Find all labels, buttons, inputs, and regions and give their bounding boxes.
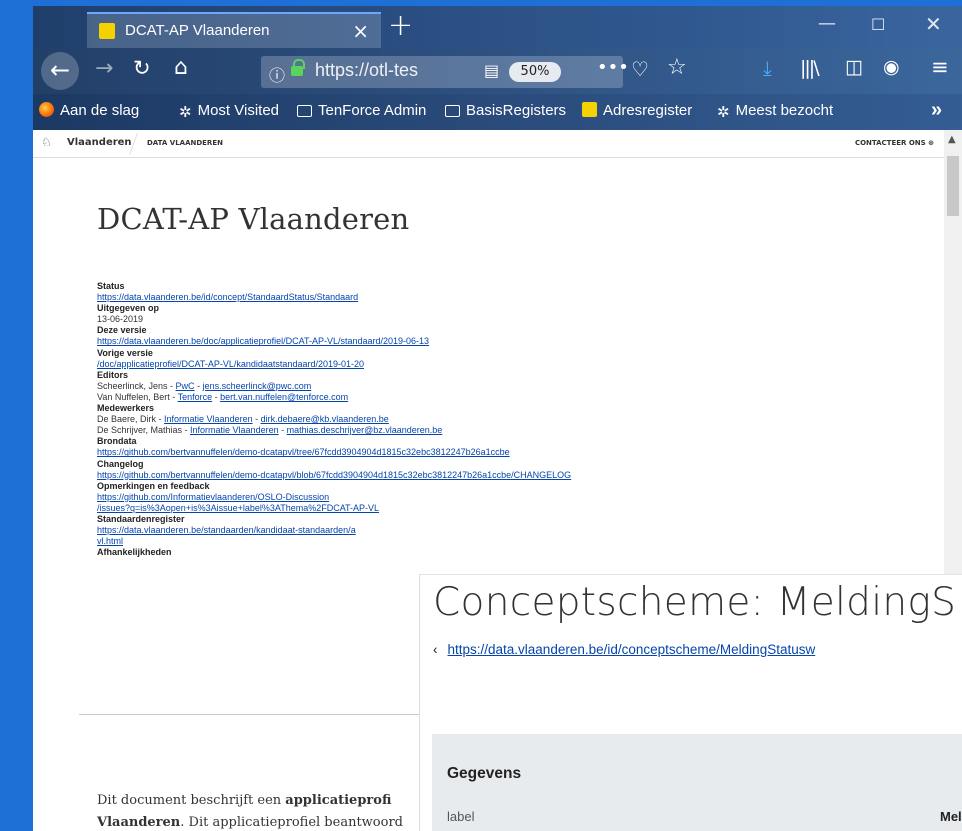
contact-button[interactable]: CONTACTEER ONS ⊛ (855, 139, 934, 147)
contributor-email-link[interactable]: dirk.debaere@kb.vlaanderen.be (261, 414, 389, 424)
page-title: DCAT-AP Vlaanderen (97, 202, 410, 236)
firefox-icon (39, 102, 54, 117)
account-icon[interactable]: ◉ (883, 56, 900, 78)
back-arrow-icon[interactable]: ← (41, 52, 79, 90)
document-metadata: Status https://data.vlaanderen.be/id/con… (97, 281, 571, 558)
bookmark-adresregister[interactable]: Adresregister (582, 102, 692, 119)
section-link[interactable]: DATA VLAANDEREN (147, 139, 223, 147)
bookmark-tenforce-admin[interactable]: TenForce Admin (297, 102, 426, 119)
register-link[interactable]: https://data.vlaanderen.be/standaarden/k… (97, 525, 356, 535)
bookmark-meest-bezocht[interactable]: ✲ Meest bezocht (717, 102, 833, 121)
page-actions-icon[interactable]: ••• (597, 57, 629, 78)
issued-label: Uitgegeven op (97, 303, 160, 314)
window-close-icon[interactable]: ✕ (925, 12, 942, 36)
library-icon[interactable]: |||\ (800, 57, 820, 79)
conceptscheme-uri: ‹ https://data.vlaanderen.be/id/conceptsc… (433, 642, 815, 657)
panel-heading: Gegevens (447, 765, 522, 782)
intro-paragraph: Dit document beschrijft een applicatiepr… (97, 793, 403, 830)
url-bar[interactable]: ⓘ https://otl-tes ▤ 50% ••• (261, 56, 629, 88)
pocket-icon[interactable]: ♡ (631, 57, 649, 81)
editor-email-link[interactable]: jens.scheerlinck@pwc.com (203, 381, 312, 391)
status-link[interactable]: https://data.vlaanderen.be/id/concept/St… (97, 292, 358, 302)
vlaanderen-lion-icon (582, 102, 597, 117)
gear-icon: ✲ (179, 104, 192, 121)
contributor-row: De Baere, Dirk - Informatie Vlaanderen -… (97, 414, 389, 425)
source-label: Brondata (97, 436, 137, 447)
vlaanderen-lion-icon[interactable]: ♘ (41, 135, 52, 149)
this-version-link[interactable]: https://data.vlaanderen.be/doc/applicati… (97, 336, 429, 346)
site-info-icon[interactable]: ⓘ (269, 62, 285, 86)
feedback-link[interactable]: https://github.com/Informatievlaanderen/… (97, 492, 329, 502)
details-panel: Gegevens label Mel (432, 734, 962, 831)
changelog-link[interactable]: https://github.com/bertvannuffelen/demo-… (97, 470, 571, 480)
contributor-org-link[interactable]: Informatie Vlaanderen (190, 425, 279, 435)
minimize-icon[interactable]: — (818, 13, 836, 34)
browser-tab[interactable]: DCAT-AP Vlaanderen × (87, 12, 381, 48)
url-text[interactable]: https://otl-tes (315, 60, 445, 81)
contributor-org-link[interactable]: Informatie Vlaanderen (164, 414, 253, 424)
editor-row: Scheerlinck, Jens - PwC - jens.scheerlin… (97, 380, 312, 391)
bookmark-aan-de-slag[interactable]: Aan de slag (39, 102, 139, 119)
scroll-up-icon[interactable]: ▲ (948, 134, 956, 145)
folder-icon (445, 105, 460, 117)
gear-icon: ✲ (717, 104, 730, 121)
bookmark-basisregisters[interactable]: BasisRegisters (445, 102, 566, 119)
editors-label: Editors (97, 369, 129, 380)
changelog-label: Changelog (97, 458, 144, 469)
chevron-left-icon[interactable]: ‹ (433, 642, 438, 657)
conceptscheme-link[interactable]: https://data.vlaanderen.be/id/conceptsch… (448, 642, 816, 657)
reload-icon[interactable]: ↻ (133, 56, 151, 80)
tab-bar: DCAT-AP Vlaanderen × + — ☐ ✕ (33, 6, 962, 48)
bookmarks-toolbar: Aan de slag ✲ Most Visited TenForce Admin… (33, 94, 962, 130)
property-value: Mel (940, 809, 962, 824)
register-link-continued[interactable]: vl.html (97, 536, 123, 546)
scrollbar-thumb[interactable] (947, 156, 959, 216)
status-label: Status (97, 281, 125, 291)
contributor-email-link[interactable]: mathias.deschrijver@bz.vlaanderen.be (287, 425, 443, 435)
vlaanderen-lion-icon (99, 23, 115, 39)
bookmark-most-visited[interactable]: ✲ Most Visited (179, 102, 279, 121)
menu-icon[interactable]: ≡ (931, 55, 949, 79)
property-label: label (447, 809, 475, 824)
downloads-icon[interactable]: ⤓ (763, 56, 772, 80)
register-label: Standaardenregister (97, 513, 185, 524)
source-link[interactable]: https://github.com/bertvannuffelen/demo-… (97, 447, 510, 457)
new-tab-icon[interactable]: + (388, 8, 413, 43)
forward-arrow-icon[interactable]: → (95, 56, 113, 81)
lock-icon (291, 59, 305, 76)
brand-link[interactable]: Vlaanderen (67, 137, 132, 148)
conceptscheme-title: Conceptscheme: MeldingS (433, 580, 957, 625)
previous-version-link[interactable]: /doc/applicatieprofiel/DCAT-AP-VL/kandid… (97, 359, 364, 369)
close-tab-icon[interactable]: × (352, 19, 369, 43)
bookmark-star-icon[interactable]: ☆ (667, 55, 687, 80)
contributor-row: De Schrijver, Mathias - Informatie Vlaan… (97, 425, 443, 436)
home-icon[interactable]: ⌂ (174, 55, 188, 80)
editor-org-link[interactable]: Tenforce (178, 392, 213, 402)
reader-view-icon[interactable]: ▤ (484, 61, 499, 80)
maximize-icon[interactable]: ☐ (871, 15, 885, 34)
divider (79, 714, 419, 715)
editor-row: Van Nuffelen, Bert - Tenforce - bert.van… (97, 391, 349, 402)
site-header: ♘ Vlaanderen DATA VLAANDEREN CONTACTEER … (33, 130, 944, 158)
tab-title: DCAT-AP Vlaanderen (125, 22, 270, 39)
editor-org-link[interactable]: PwC (176, 381, 195, 391)
nav-bar: ← → ↻ ⌂ ⓘ https://otl-tes ▤ 50% ••• ♡ ☆ … (33, 48, 962, 94)
feedback-label: Opmerkingen en feedback (97, 480, 210, 491)
sidebar-icon[interactable]: ◫ (845, 56, 863, 78)
this-version-label: Deze versie (97, 325, 147, 336)
dependencies-label: Afhankelijkheden (97, 547, 172, 558)
more-bookmarks-icon[interactable]: » (931, 99, 942, 122)
editor-email-link[interactable]: bert.van.nuffelen@tenforce.com (220, 392, 348, 402)
zoom-level[interactable]: 50% (509, 62, 561, 82)
contributors-label: Medewerkers (97, 403, 155, 414)
feedback-link-continued[interactable]: /issues?q=is%3Aopen+is%3Aissue+label%3AT… (97, 503, 379, 513)
issued-date: 13-06-2019 (97, 314, 144, 325)
overlay-window: Conceptscheme: MeldingS ‹ https://data.vl… (419, 574, 962, 831)
previous-version-label: Vorige versie (97, 347, 153, 358)
folder-icon (297, 105, 312, 117)
